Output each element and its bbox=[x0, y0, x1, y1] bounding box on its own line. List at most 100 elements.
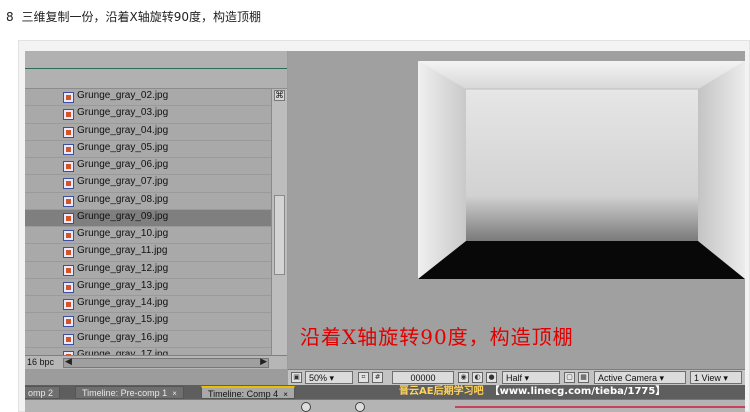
scroll-left-icon[interactable]: ◀ bbox=[65, 357, 72, 367]
file-list-item[interactable]: Grunge_gray_09.jpg bbox=[25, 209, 271, 227]
file-name: Grunge_gray_10.jpg bbox=[77, 228, 169, 239]
forum-watermark: 晋云AE后期学习吧 【www.linecg.com/tieba/1775】 bbox=[399, 385, 665, 399]
file-name: Grunge_gray_02.jpg bbox=[77, 90, 169, 101]
resolution-dropdown[interactable]: Half ▾ bbox=[502, 371, 560, 384]
tab-comp-4[interactable]: Timeline: Comp 4 × bbox=[201, 386, 295, 399]
image-file-icon bbox=[63, 92, 74, 103]
project-panel-header bbox=[25, 51, 287, 89]
vertical-scrollbar[interactable]: ⌘ bbox=[271, 89, 287, 355]
time-ruler[interactable] bbox=[455, 406, 745, 408]
image-file-icon bbox=[63, 143, 74, 155]
file-list-item[interactable]: Grunge_gray_04.jpg bbox=[25, 124, 271, 141]
after-effects-window: Grunge_gray_02.jpg Grunge_gray_03.jpg Grun… bbox=[25, 51, 745, 412]
flowchart-icon[interactable]: ⌘ bbox=[274, 90, 285, 101]
file-list-item[interactable]: Grunge_gray_05.jpg bbox=[25, 141, 271, 158]
file-list-item[interactable]: Grunge_gray_07.jpg bbox=[25, 175, 271, 193]
file-list-item[interactable]: Grunge_gray_12.jpg bbox=[25, 262, 271, 279]
file-name: Grunge_gray_15.jpg bbox=[77, 314, 169, 326]
image-file-icon bbox=[63, 333, 74, 345]
composition-frame[interactable] bbox=[418, 61, 745, 279]
horizontal-scrollbar[interactable]: ◀ ▶ bbox=[63, 357, 269, 368]
bit-depth-button[interactable]: 16 bpc bbox=[27, 357, 54, 367]
snapshot-icon[interactable]: ◉ bbox=[458, 372, 469, 383]
project-footer: 16 bpc ◀ ▶ bbox=[25, 355, 287, 369]
tab-comp-2[interactable]: omp 2 bbox=[25, 386, 61, 399]
image-file-icon bbox=[63, 109, 74, 121]
file-name: Grunge_gray_14.jpg bbox=[77, 297, 169, 308]
image-file-icon bbox=[63, 316, 74, 328]
image-file-icon bbox=[63, 264, 74, 276]
image-file-icon bbox=[63, 247, 74, 259]
file-list-item[interactable]: Grunge_gray_10.jpg bbox=[25, 227, 271, 245]
timeline-tab-bar: omp 2 Timeline: Pre-comp 1 × Timeline: Co… bbox=[25, 385, 745, 399]
zoom-dropdown[interactable]: 50% ▾ bbox=[305, 371, 353, 384]
file-list-item[interactable]: Grunge_gray_13.jpg bbox=[25, 279, 271, 296]
room-render bbox=[418, 61, 745, 279]
image-file-icon bbox=[63, 230, 74, 241]
file-list-item[interactable]: Grunge_gray_15.jpg bbox=[25, 313, 271, 331]
step-number: 8 bbox=[6, 10, 14, 24]
tab-label: Timeline: Pre-comp 1 bbox=[82, 388, 168, 398]
close-icon[interactable]: × bbox=[172, 389, 177, 398]
step-caption: 8 三维复制一份，沿着X轴旋转90度，构造顶棚 bbox=[6, 8, 261, 26]
file-list-item[interactable]: Grunge_gray_14.jpg bbox=[25, 296, 271, 314]
overlay-caption: 沿着X轴旋转90度，构造顶棚 bbox=[300, 325, 574, 349]
file-name: Grunge_gray_04.jpg bbox=[77, 124, 169, 136]
file-name: Grunge_gray_08.jpg bbox=[77, 193, 169, 205]
file-list-item[interactable]: Grunge_gray_06.jpg bbox=[25, 158, 271, 176]
file-name: Grunge_gray_11.jpg bbox=[77, 245, 168, 257]
watermark-name: 晋云AE后期学习吧 bbox=[399, 386, 484, 397]
file-list-item[interactable]: Grunge_gray_03.jpg bbox=[25, 106, 271, 124]
view-layout-value: 1 View bbox=[694, 373, 721, 383]
tab-label: omp 2 bbox=[28, 388, 54, 398]
file-name: Grunge_gray_09.jpg bbox=[77, 210, 169, 222]
file-name: Grunge_gray_16.jpg bbox=[77, 331, 169, 343]
channel-icon[interactable]: ● bbox=[486, 372, 497, 383]
image-file-icon bbox=[63, 178, 74, 190]
timeline-switch-icon[interactable] bbox=[301, 402, 311, 412]
file-name: Grunge_gray_06.jpg bbox=[77, 159, 169, 170]
file-list-item[interactable]: Grunge_gray_11.jpg bbox=[25, 244, 271, 262]
project-panel: Grunge_gray_02.jpg Grunge_gray_03.jpg Grun… bbox=[25, 51, 287, 369]
grid-icon[interactable]: # bbox=[372, 372, 383, 383]
safe-zones-icon[interactable]: ⌗ bbox=[358, 372, 369, 383]
image-file-icon bbox=[63, 299, 74, 310]
file-name: Grunge_gray_03.jpg bbox=[77, 107, 169, 119]
file-name: Grunge_gray_05.jpg bbox=[77, 141, 169, 153]
file-name: Grunge_gray_12.jpg bbox=[77, 262, 169, 274]
watermark-url: 【www.linecg.com/tieba/1775】 bbox=[489, 386, 666, 397]
tab-label: Timeline: Comp 4 bbox=[208, 389, 279, 399]
file-list: Grunge_gray_02.jpg Grunge_gray_03.jpg Grun… bbox=[25, 89, 271, 365]
composition-viewer[interactable]: 沿着X轴旋转90度，构造顶棚 bbox=[288, 51, 745, 369]
resolution-value: Half bbox=[506, 373, 523, 383]
screenshot-frame: Grunge_gray_02.jpg Grunge_gray_03.jpg Grun… bbox=[18, 40, 750, 412]
file-name: Grunge_gray_07.jpg bbox=[77, 176, 169, 188]
file-list-item[interactable]: Grunge_gray_16.jpg bbox=[25, 331, 271, 348]
scrollbar-thumb[interactable] bbox=[274, 195, 285, 275]
transparency-grid-icon[interactable]: ▦ bbox=[578, 372, 589, 383]
step-text: 三维复制一份，沿着X轴旋转90度，构造顶棚 bbox=[21, 10, 261, 24]
file-list-item[interactable]: Grunge_gray_02.jpg bbox=[25, 89, 271, 107]
image-file-icon bbox=[63, 126, 74, 138]
image-file-icon bbox=[63, 195, 74, 207]
image-file-icon bbox=[63, 212, 74, 224]
region-of-interest-icon[interactable]: ▢ bbox=[564, 372, 575, 383]
timeline-controls bbox=[25, 399, 745, 412]
timecode-field[interactable]: 00000 bbox=[392, 371, 454, 384]
image-file-icon bbox=[63, 281, 74, 293]
timeline-switch-icon[interactable] bbox=[355, 402, 365, 412]
header-divider bbox=[25, 68, 287, 69]
view-layout-dropdown[interactable]: 1 View ▾ bbox=[690, 371, 742, 384]
always-preview-icon[interactable]: ▣ bbox=[291, 372, 302, 383]
camera-value: Active Camera bbox=[598, 373, 658, 383]
zoom-value: 50% bbox=[309, 373, 328, 383]
viewer-toolbar: ▣ 50% ▾ ⌗ # 00000 ◉ ◐ ● Half ▾ ▢ ▦ Activ… bbox=[288, 369, 745, 385]
file-name: Grunge_gray_13.jpg bbox=[77, 279, 169, 291]
show-snapshot-icon[interactable]: ◐ bbox=[472, 372, 483, 383]
close-icon[interactable]: × bbox=[283, 390, 288, 399]
tab-pre-comp-1[interactable]: Timeline: Pre-comp 1 × bbox=[75, 386, 184, 399]
image-file-icon bbox=[63, 161, 74, 172]
file-list-item[interactable]: Grunge_gray_08.jpg bbox=[25, 193, 271, 210]
scroll-right-icon[interactable]: ▶ bbox=[260, 357, 267, 367]
camera-dropdown[interactable]: Active Camera ▾ bbox=[594, 371, 686, 384]
